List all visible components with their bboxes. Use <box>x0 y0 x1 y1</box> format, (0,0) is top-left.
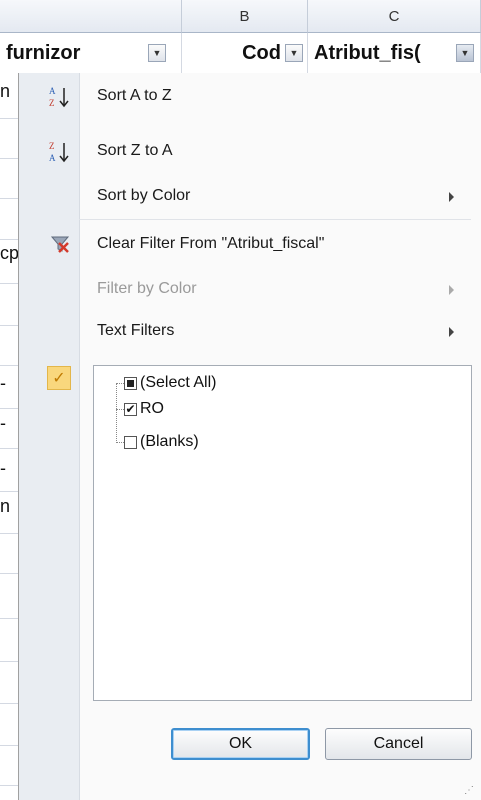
cell-fragment: n <box>0 496 11 516</box>
menu-icon-gutter <box>19 73 80 800</box>
list-item-label: (Blanks) <box>140 433 199 450</box>
svg-text:Z: Z <box>49 141 55 151</box>
column-header-b[interactable]: B <box>182 0 308 33</box>
table-header-row: furnizor ▼ Cod ▼ Atribut_fis( ▼ <box>0 33 481 74</box>
list-item-label: RO <box>140 400 164 417</box>
svg-text:Z: Z <box>49 98 55 108</box>
tree-connector <box>116 383 117 443</box>
sort-descending-icon: Z A <box>49 140 71 164</box>
menu-item-filter-by-color[interactable]: Filter by Color <box>97 280 197 298</box>
resize-grip-icon[interactable]: ⋰ <box>464 785 475 796</box>
submenu-arrow-icon <box>449 327 454 337</box>
tree-connector <box>116 383 124 384</box>
tree-connector <box>116 442 124 443</box>
svg-text:A: A <box>49 153 56 163</box>
partial-left-column: n cp - - - n <box>0 73 20 800</box>
menu-item-text-filters[interactable]: Text Filters <box>97 322 174 340</box>
list-item-label: (Select All) <box>140 374 217 391</box>
menu-item-sort-by-color[interactable]: Sort by Color <box>97 187 190 205</box>
menu-item-clear-filter[interactable]: Clear Filter From "Atribut_fiscal" <box>97 235 324 253</box>
cancel-button[interactable]: Cancel <box>325 728 472 760</box>
checkmark-icon: ✓ <box>47 366 71 390</box>
column-header-a[interactable] <box>0 0 182 33</box>
menu-item-sort-z-to-a[interactable]: Sort Z to A <box>97 142 173 160</box>
cell-fragment: - <box>0 458 6 478</box>
filter-values-list[interactable]: (Select All) ✔ RO (Blanks) <box>93 365 472 701</box>
cell-fragment: - <box>0 413 6 433</box>
submenu-arrow-icon <box>449 192 454 202</box>
filter-dropdown-cod[interactable]: ▼ <box>285 44 303 62</box>
menu-separator <box>79 219 471 220</box>
cell-fragment: n <box>0 81 11 101</box>
menu-item-sort-a-to-z[interactable]: Sort A to Z <box>97 87 172 105</box>
list-item-blanks[interactable]: (Blanks) <box>124 432 199 452</box>
autofilter-menu: A Z Sort A to Z Z A Sort Z to A Sort by … <box>18 73 481 800</box>
cell-fragment: cp <box>0 243 20 263</box>
list-item-ro[interactable]: ✔ RO <box>124 399 164 419</box>
ok-button[interactable]: OK <box>171 728 310 760</box>
tree-connector <box>116 409 124 410</box>
checkbox-partial[interactable] <box>124 376 137 390</box>
clear-filter-icon <box>49 233 71 257</box>
header-label-atribut-fiscal: Atribut_fis( <box>314 41 421 64</box>
checkbox-checked[interactable]: ✔ <box>124 402 137 416</box>
sort-ascending-icon: A Z <box>49 85 71 109</box>
submenu-arrow-icon <box>449 285 454 295</box>
header-label-furnizor: furnizor <box>6 41 81 64</box>
svg-text:A: A <box>49 86 56 96</box>
header-label-cod: Cod <box>242 41 281 64</box>
filter-active-icon[interactable]: ▼ <box>456 44 474 62</box>
cell-fragment: - <box>0 373 6 393</box>
checkbox-unchecked[interactable] <box>124 435 137 449</box>
filter-dropdown-furnizor[interactable]: ▼ <box>148 44 166 62</box>
column-header-c[interactable]: C <box>308 0 481 33</box>
list-item-select-all[interactable]: (Select All) <box>124 373 216 393</box>
